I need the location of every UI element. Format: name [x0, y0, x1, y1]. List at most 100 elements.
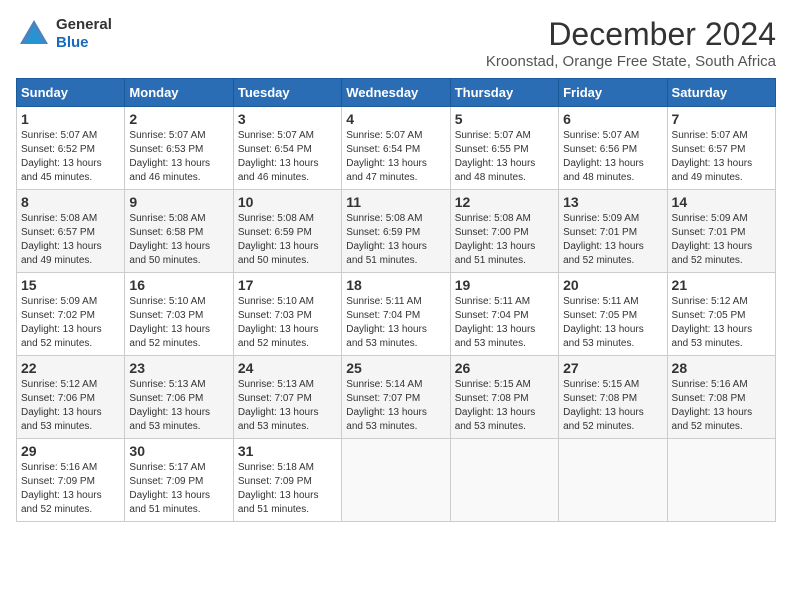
day-info: Sunrise: 5:11 AM Sunset: 7:04 PM Dayligh…: [455, 295, 554, 351]
week-row-4: 22 Sunrise: 5:12 AM Sunset: 7:06 PM Dayl…: [17, 356, 776, 439]
day-info: Sunrise: 5:13 AM Sunset: 7:06 PM Dayligh…: [129, 378, 228, 434]
calendar-cell: 25 Sunrise: 5:14 AM Sunset: 7:07 PM Dayl…: [342, 356, 450, 439]
calendar: SundayMondayTuesdayWednesdayThursdayFrid…: [16, 78, 776, 522]
day-info: Sunrise: 5:07 AM Sunset: 6:57 PM Dayligh…: [672, 129, 771, 185]
calendar-cell: 11 Sunrise: 5:08 AM Sunset: 6:59 PM Dayl…: [342, 190, 450, 273]
logo-icon: [16, 16, 52, 52]
day-number: 17: [238, 277, 337, 293]
day-number: 21: [672, 277, 771, 293]
calendar-cell: 18 Sunrise: 5:11 AM Sunset: 7:04 PM Dayl…: [342, 273, 450, 356]
day-info: Sunrise: 5:11 AM Sunset: 7:05 PM Dayligh…: [563, 295, 662, 351]
day-info: Sunrise: 5:10 AM Sunset: 7:03 PM Dayligh…: [238, 295, 337, 351]
week-row-5: 29 Sunrise: 5:16 AM Sunset: 7:09 PM Dayl…: [17, 439, 776, 522]
day-number: 10: [238, 194, 337, 210]
calendar-cell: 23 Sunrise: 5:13 AM Sunset: 7:06 PM Dayl…: [125, 356, 233, 439]
calendar-cell: 1 Sunrise: 5:07 AM Sunset: 6:52 PM Dayli…: [17, 107, 125, 190]
week-row-1: 1 Sunrise: 5:07 AM Sunset: 6:52 PM Dayli…: [17, 107, 776, 190]
day-number: 23: [129, 360, 228, 376]
calendar-cell: 6 Sunrise: 5:07 AM Sunset: 6:56 PM Dayli…: [559, 107, 667, 190]
day-number: 30: [129, 443, 228, 459]
calendar-cell: 13 Sunrise: 5:09 AM Sunset: 7:01 PM Dayl…: [559, 190, 667, 273]
day-info: Sunrise: 5:09 AM Sunset: 7:01 PM Dayligh…: [563, 212, 662, 268]
day-info: Sunrise: 5:15 AM Sunset: 7:08 PM Dayligh…: [563, 378, 662, 434]
day-number: 16: [129, 277, 228, 293]
calendar-cell: 17 Sunrise: 5:10 AM Sunset: 7:03 PM Dayl…: [233, 273, 341, 356]
calendar-header: SundayMondayTuesdayWednesdayThursdayFrid…: [17, 79, 776, 107]
day-info: Sunrise: 5:16 AM Sunset: 7:09 PM Dayligh…: [21, 461, 120, 517]
calendar-cell: 16 Sunrise: 5:10 AM Sunset: 7:03 PM Dayl…: [125, 273, 233, 356]
calendar-cell: [667, 439, 775, 522]
day-info: Sunrise: 5:16 AM Sunset: 7:08 PM Dayligh…: [672, 378, 771, 434]
day-number: 13: [563, 194, 662, 210]
calendar-cell: 9 Sunrise: 5:08 AM Sunset: 6:58 PM Dayli…: [125, 190, 233, 273]
day-info: Sunrise: 5:08 AM Sunset: 6:59 PM Dayligh…: [238, 212, 337, 268]
day-info: Sunrise: 5:15 AM Sunset: 7:08 PM Dayligh…: [455, 378, 554, 434]
day-number: 25: [346, 360, 445, 376]
day-info: Sunrise: 5:07 AM Sunset: 6:55 PM Dayligh…: [455, 129, 554, 185]
calendar-cell: 26 Sunrise: 5:15 AM Sunset: 7:08 PM Dayl…: [450, 356, 558, 439]
day-number: 9: [129, 194, 228, 210]
calendar-cell: 22 Sunrise: 5:12 AM Sunset: 7:06 PM Dayl…: [17, 356, 125, 439]
column-header-saturday: Saturday: [667, 79, 775, 107]
day-number: 8: [21, 194, 120, 210]
day-info: Sunrise: 5:08 AM Sunset: 6:57 PM Dayligh…: [21, 212, 120, 268]
day-info: Sunrise: 5:07 AM Sunset: 6:54 PM Dayligh…: [238, 129, 337, 185]
calendar-cell: [559, 439, 667, 522]
calendar-body: 1 Sunrise: 5:07 AM Sunset: 6:52 PM Dayli…: [17, 107, 776, 522]
calendar-cell: 10 Sunrise: 5:08 AM Sunset: 6:59 PM Dayl…: [233, 190, 341, 273]
calendar-cell: 19 Sunrise: 5:11 AM Sunset: 7:04 PM Dayl…: [450, 273, 558, 356]
day-number: 5: [455, 111, 554, 127]
day-info: Sunrise: 5:07 AM Sunset: 6:54 PM Dayligh…: [346, 129, 445, 185]
month-title: December 2024: [486, 16, 776, 53]
day-info: Sunrise: 5:09 AM Sunset: 7:01 PM Dayligh…: [672, 212, 771, 268]
calendar-cell: 28 Sunrise: 5:16 AM Sunset: 7:08 PM Dayl…: [667, 356, 775, 439]
day-info: Sunrise: 5:11 AM Sunset: 7:04 PM Dayligh…: [346, 295, 445, 351]
header: General Blue December 2024 Kroonstad, Or…: [16, 16, 776, 70]
day-info: Sunrise: 5:07 AM Sunset: 6:53 PM Dayligh…: [129, 129, 228, 185]
column-header-sunday: Sunday: [17, 79, 125, 107]
calendar-cell: 4 Sunrise: 5:07 AM Sunset: 6:54 PM Dayli…: [342, 107, 450, 190]
day-info: Sunrise: 5:12 AM Sunset: 7:05 PM Dayligh…: [672, 295, 771, 351]
day-number: 22: [21, 360, 120, 376]
calendar-cell: 21 Sunrise: 5:12 AM Sunset: 7:05 PM Dayl…: [667, 273, 775, 356]
calendar-cell: 2 Sunrise: 5:07 AM Sunset: 6:53 PM Dayli…: [125, 107, 233, 190]
calendar-cell: 31 Sunrise: 5:18 AM Sunset: 7:09 PM Dayl…: [233, 439, 341, 522]
day-number: 4: [346, 111, 445, 127]
column-header-monday: Monday: [125, 79, 233, 107]
day-info: Sunrise: 5:08 AM Sunset: 6:59 PM Dayligh…: [346, 212, 445, 268]
calendar-cell: [342, 439, 450, 522]
day-number: 18: [346, 277, 445, 293]
day-info: Sunrise: 5:18 AM Sunset: 7:09 PM Dayligh…: [238, 461, 337, 517]
calendar-cell: 20 Sunrise: 5:11 AM Sunset: 7:05 PM Dayl…: [559, 273, 667, 356]
logo: General Blue: [16, 16, 112, 52]
calendar-cell: 3 Sunrise: 5:07 AM Sunset: 6:54 PM Dayli…: [233, 107, 341, 190]
day-number: 3: [238, 111, 337, 127]
day-info: Sunrise: 5:09 AM Sunset: 7:02 PM Dayligh…: [21, 295, 120, 351]
calendar-cell: 14 Sunrise: 5:09 AM Sunset: 7:01 PM Dayl…: [667, 190, 775, 273]
day-number: 2: [129, 111, 228, 127]
calendar-cell: 8 Sunrise: 5:08 AM Sunset: 6:57 PM Dayli…: [17, 190, 125, 273]
day-number: 11: [346, 194, 445, 210]
day-number: 20: [563, 277, 662, 293]
day-number: 14: [672, 194, 771, 210]
day-info: Sunrise: 5:10 AM Sunset: 7:03 PM Dayligh…: [129, 295, 228, 351]
day-info: Sunrise: 5:17 AM Sunset: 7:09 PM Dayligh…: [129, 461, 228, 517]
column-header-thursday: Thursday: [450, 79, 558, 107]
column-header-friday: Friday: [559, 79, 667, 107]
location-title: Kroonstad, Orange Free State, South Afri…: [486, 53, 776, 70]
calendar-cell: 29 Sunrise: 5:16 AM Sunset: 7:09 PM Dayl…: [17, 439, 125, 522]
day-number: 29: [21, 443, 120, 459]
day-number: 1: [21, 111, 120, 127]
day-number: 12: [455, 194, 554, 210]
day-number: 6: [563, 111, 662, 127]
calendar-cell: 27 Sunrise: 5:15 AM Sunset: 7:08 PM Dayl…: [559, 356, 667, 439]
day-number: 31: [238, 443, 337, 459]
day-number: 24: [238, 360, 337, 376]
day-number: 27: [563, 360, 662, 376]
day-number: 19: [455, 277, 554, 293]
day-number: 7: [672, 111, 771, 127]
column-header-tuesday: Tuesday: [233, 79, 341, 107]
calendar-cell: 12 Sunrise: 5:08 AM Sunset: 7:00 PM Dayl…: [450, 190, 558, 273]
day-info: Sunrise: 5:08 AM Sunset: 6:58 PM Dayligh…: [129, 212, 228, 268]
day-number: 15: [21, 277, 120, 293]
